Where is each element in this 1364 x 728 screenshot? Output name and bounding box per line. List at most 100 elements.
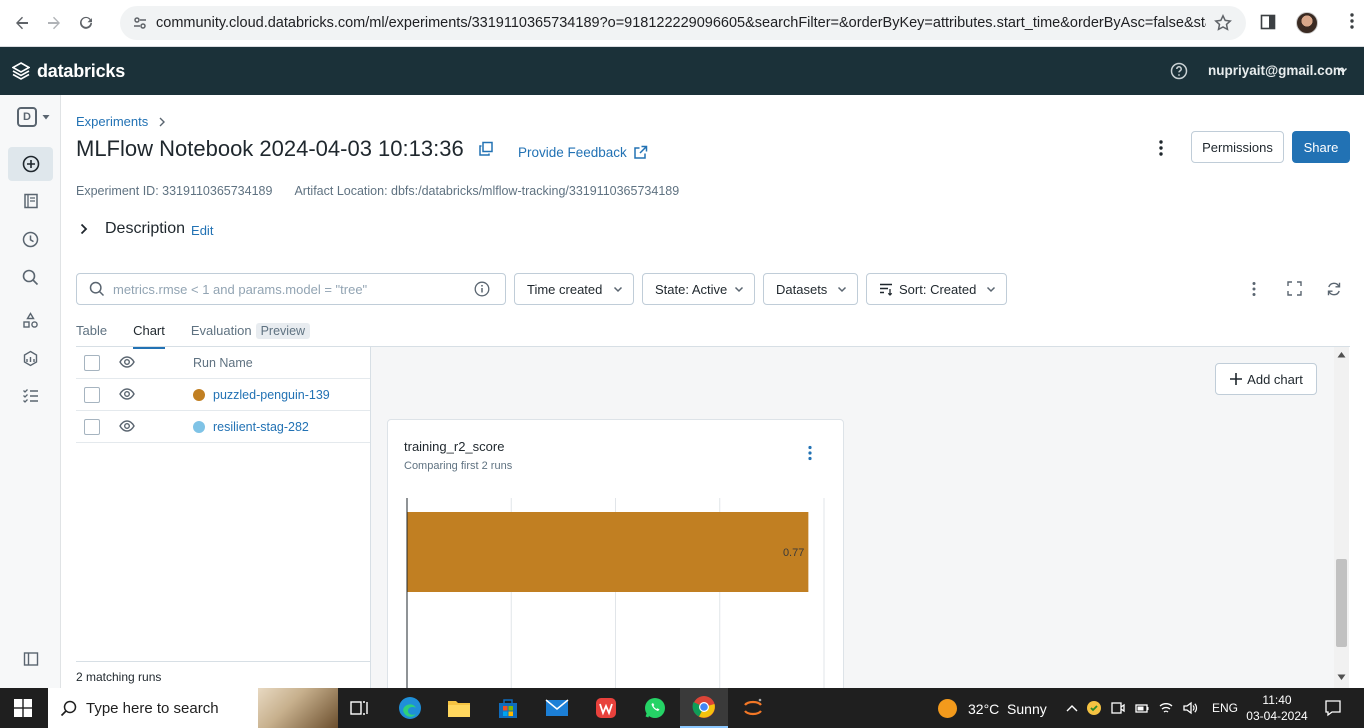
fullscreen-icon[interactable] <box>1287 281 1302 296</box>
vertical-scrollbar[interactable] <box>1334 347 1349 688</box>
datasets-label: Datasets <box>776 281 828 297</box>
run-search-input[interactable] <box>113 281 463 297</box>
run-name-link[interactable]: resilient-stag-282 <box>213 420 309 434</box>
scrollbar-thumb[interactable] <box>1336 559 1347 647</box>
chevron-right-icon <box>158 117 166 127</box>
user-menu[interactable]: nupriyait@gmail.com <box>1208 63 1345 78</box>
workspace-icon[interactable] <box>8 184 53 218</box>
datasets-dropdown[interactable]: Datasets <box>763 273 858 305</box>
clock[interactable]: 11:40 03-04-2024 <box>1246 692 1308 724</box>
breadcrumb-experiments-link[interactable]: Experiments <box>76 114 148 129</box>
runs-header-row: Run Name <box>76 347 370 379</box>
experiment-id: Experiment ID: 3319110365734189 <box>76 184 273 198</box>
search-icon[interactable] <box>8 260 53 294</box>
select-all-checkbox[interactable] <box>84 354 100 371</box>
chevron-up-icon[interactable] <box>1066 704 1078 712</box>
run-color-dot[interactable] <box>193 420 205 433</box>
speaker-icon[interactable] <box>1182 700 1198 716</box>
eye-icon[interactable] <box>119 419 135 433</box>
run-color-dot[interactable] <box>193 388 205 401</box>
chart-bar[interactable] <box>407 512 809 592</box>
table-row[interactable]: resilient-stag-282 <box>76 411 370 443</box>
forward-arrow-icon[interactable] <box>38 7 70 39</box>
search-icon <box>89 281 105 297</box>
permissions-button[interactable]: Permissions <box>1191 131 1284 163</box>
add-chart-button[interactable]: Add chart <box>1215 363 1317 395</box>
table-row[interactable]: puzzled-penguin-139 <box>76 379 370 411</box>
edge-browser-icon[interactable] <box>386 688 434 728</box>
battery-icon[interactable] <box>1134 700 1150 716</box>
experiment-metadata: Experiment ID: 3319110365734189 Artifact … <box>76 184 679 198</box>
weather-widget[interactable]: 32°C Sunny <box>938 699 1047 718</box>
search-highlight-image <box>258 688 338 728</box>
taskbar-search-box[interactable]: Type here to search <box>48 688 338 728</box>
address-bar[interactable]: community.cloud.databricks.com/ml/experi… <box>120 6 1246 40</box>
jupyter-icon[interactable] <box>729 688 777 728</box>
chevron-down-icon <box>734 284 744 294</box>
workspace-letter: D <box>17 107 37 127</box>
back-arrow-icon[interactable] <box>6 7 38 39</box>
scroll-down-arrow-icon[interactable] <box>1337 674 1346 681</box>
state-filter-dropdown[interactable]: State: Active <box>642 273 755 305</box>
chart-options-icon[interactable] <box>807 445 813 461</box>
row-checkbox[interactable] <box>84 386 100 403</box>
more-options-icon[interactable] <box>1158 139 1164 157</box>
chart-subtitle: Comparing first 2 runs <box>404 460 513 472</box>
security-shield-icon[interactable] <box>1086 700 1102 716</box>
notifications-icon[interactable] <box>1324 699 1342 717</box>
chart-card: training_r2_score Comparing first 2 runs… <box>387 419 844 688</box>
url-text[interactable]: community.cloud.databricks.com/ml/experi… <box>156 15 1206 31</box>
databricks-logo-icon <box>12 62 30 80</box>
wifi-icon[interactable] <box>1158 700 1174 716</box>
help-icon[interactable] <box>1170 62 1188 80</box>
microsoft-store-icon[interactable] <box>484 688 532 728</box>
meet-now-icon[interactable] <box>1110 700 1126 716</box>
description-label[interactable]: Description <box>105 220 185 238</box>
row-checkbox[interactable] <box>84 418 100 435</box>
description-section: Description Edit <box>79 220 213 238</box>
catalog-icon[interactable] <box>8 303 53 337</box>
databricks-logo[interactable]: databricks <box>12 61 125 82</box>
sort-dropdown[interactable]: Sort: Created <box>866 273 1007 305</box>
copy-icon[interactable] <box>478 141 494 157</box>
task-view-icon[interactable] <box>336 688 384 728</box>
time-created-dropdown[interactable]: Time created <box>514 273 634 305</box>
run-name-link[interactable]: puzzled-penguin-139 <box>213 388 330 402</box>
refresh-icon[interactable] <box>1326 281 1342 297</box>
profile-avatar[interactable] <box>1296 12 1318 34</box>
collapse-sidebar-icon[interactable] <box>8 642 53 676</box>
sun-icon <box>938 699 957 718</box>
workflows-icon[interactable] <box>8 341 53 375</box>
run-search-field[interactable] <box>76 273 506 305</box>
provide-feedback-link[interactable]: Provide Feedback <box>518 145 648 160</box>
browser-menu-icon[interactable] <box>1350 12 1354 30</box>
chart-data-label: 0.77 <box>783 547 804 559</box>
new-icon[interactable] <box>8 147 53 181</box>
chrome-icon[interactable] <box>680 688 728 728</box>
side-panel-icon[interactable] <box>1260 14 1276 30</box>
file-explorer-icon[interactable] <box>435 688 483 728</box>
mail-icon[interactable] <box>533 688 581 728</box>
more-actions-icon[interactable] <box>1251 281 1257 297</box>
share-button[interactable]: Share <box>1292 131 1350 163</box>
bookmark-star-icon[interactable] <box>1214 14 1232 32</box>
workspace-switcher[interactable]: D <box>17 107 51 127</box>
reload-icon[interactable] <box>70 7 102 39</box>
clock-time: 11:40 <box>1262 693 1292 707</box>
tab-evaluation-label: Evaluation <box>190 323 252 338</box>
run-name-column-header[interactable]: Run Name <box>193 356 253 370</box>
scroll-up-arrow-icon[interactable] <box>1337 351 1346 358</box>
description-edit-link[interactable]: Edit <box>191 223 213 238</box>
expand-chevron-icon[interactable] <box>79 223 89 235</box>
language-indicator[interactable]: ENG <box>1212 701 1238 715</box>
chevron-down-icon[interactable] <box>1338 65 1348 75</box>
wps-office-icon[interactable] <box>582 688 630 728</box>
eye-icon[interactable] <box>119 355 135 369</box>
whatsapp-icon[interactable] <box>631 688 679 728</box>
windows-start-icon[interactable] <box>14 699 32 717</box>
experiments-list-icon[interactable] <box>8 378 53 412</box>
site-settings-icon[interactable] <box>126 15 154 31</box>
recents-clock-icon[interactable] <box>8 222 53 256</box>
info-icon[interactable] <box>474 281 490 297</box>
eye-icon[interactable] <box>119 387 135 401</box>
